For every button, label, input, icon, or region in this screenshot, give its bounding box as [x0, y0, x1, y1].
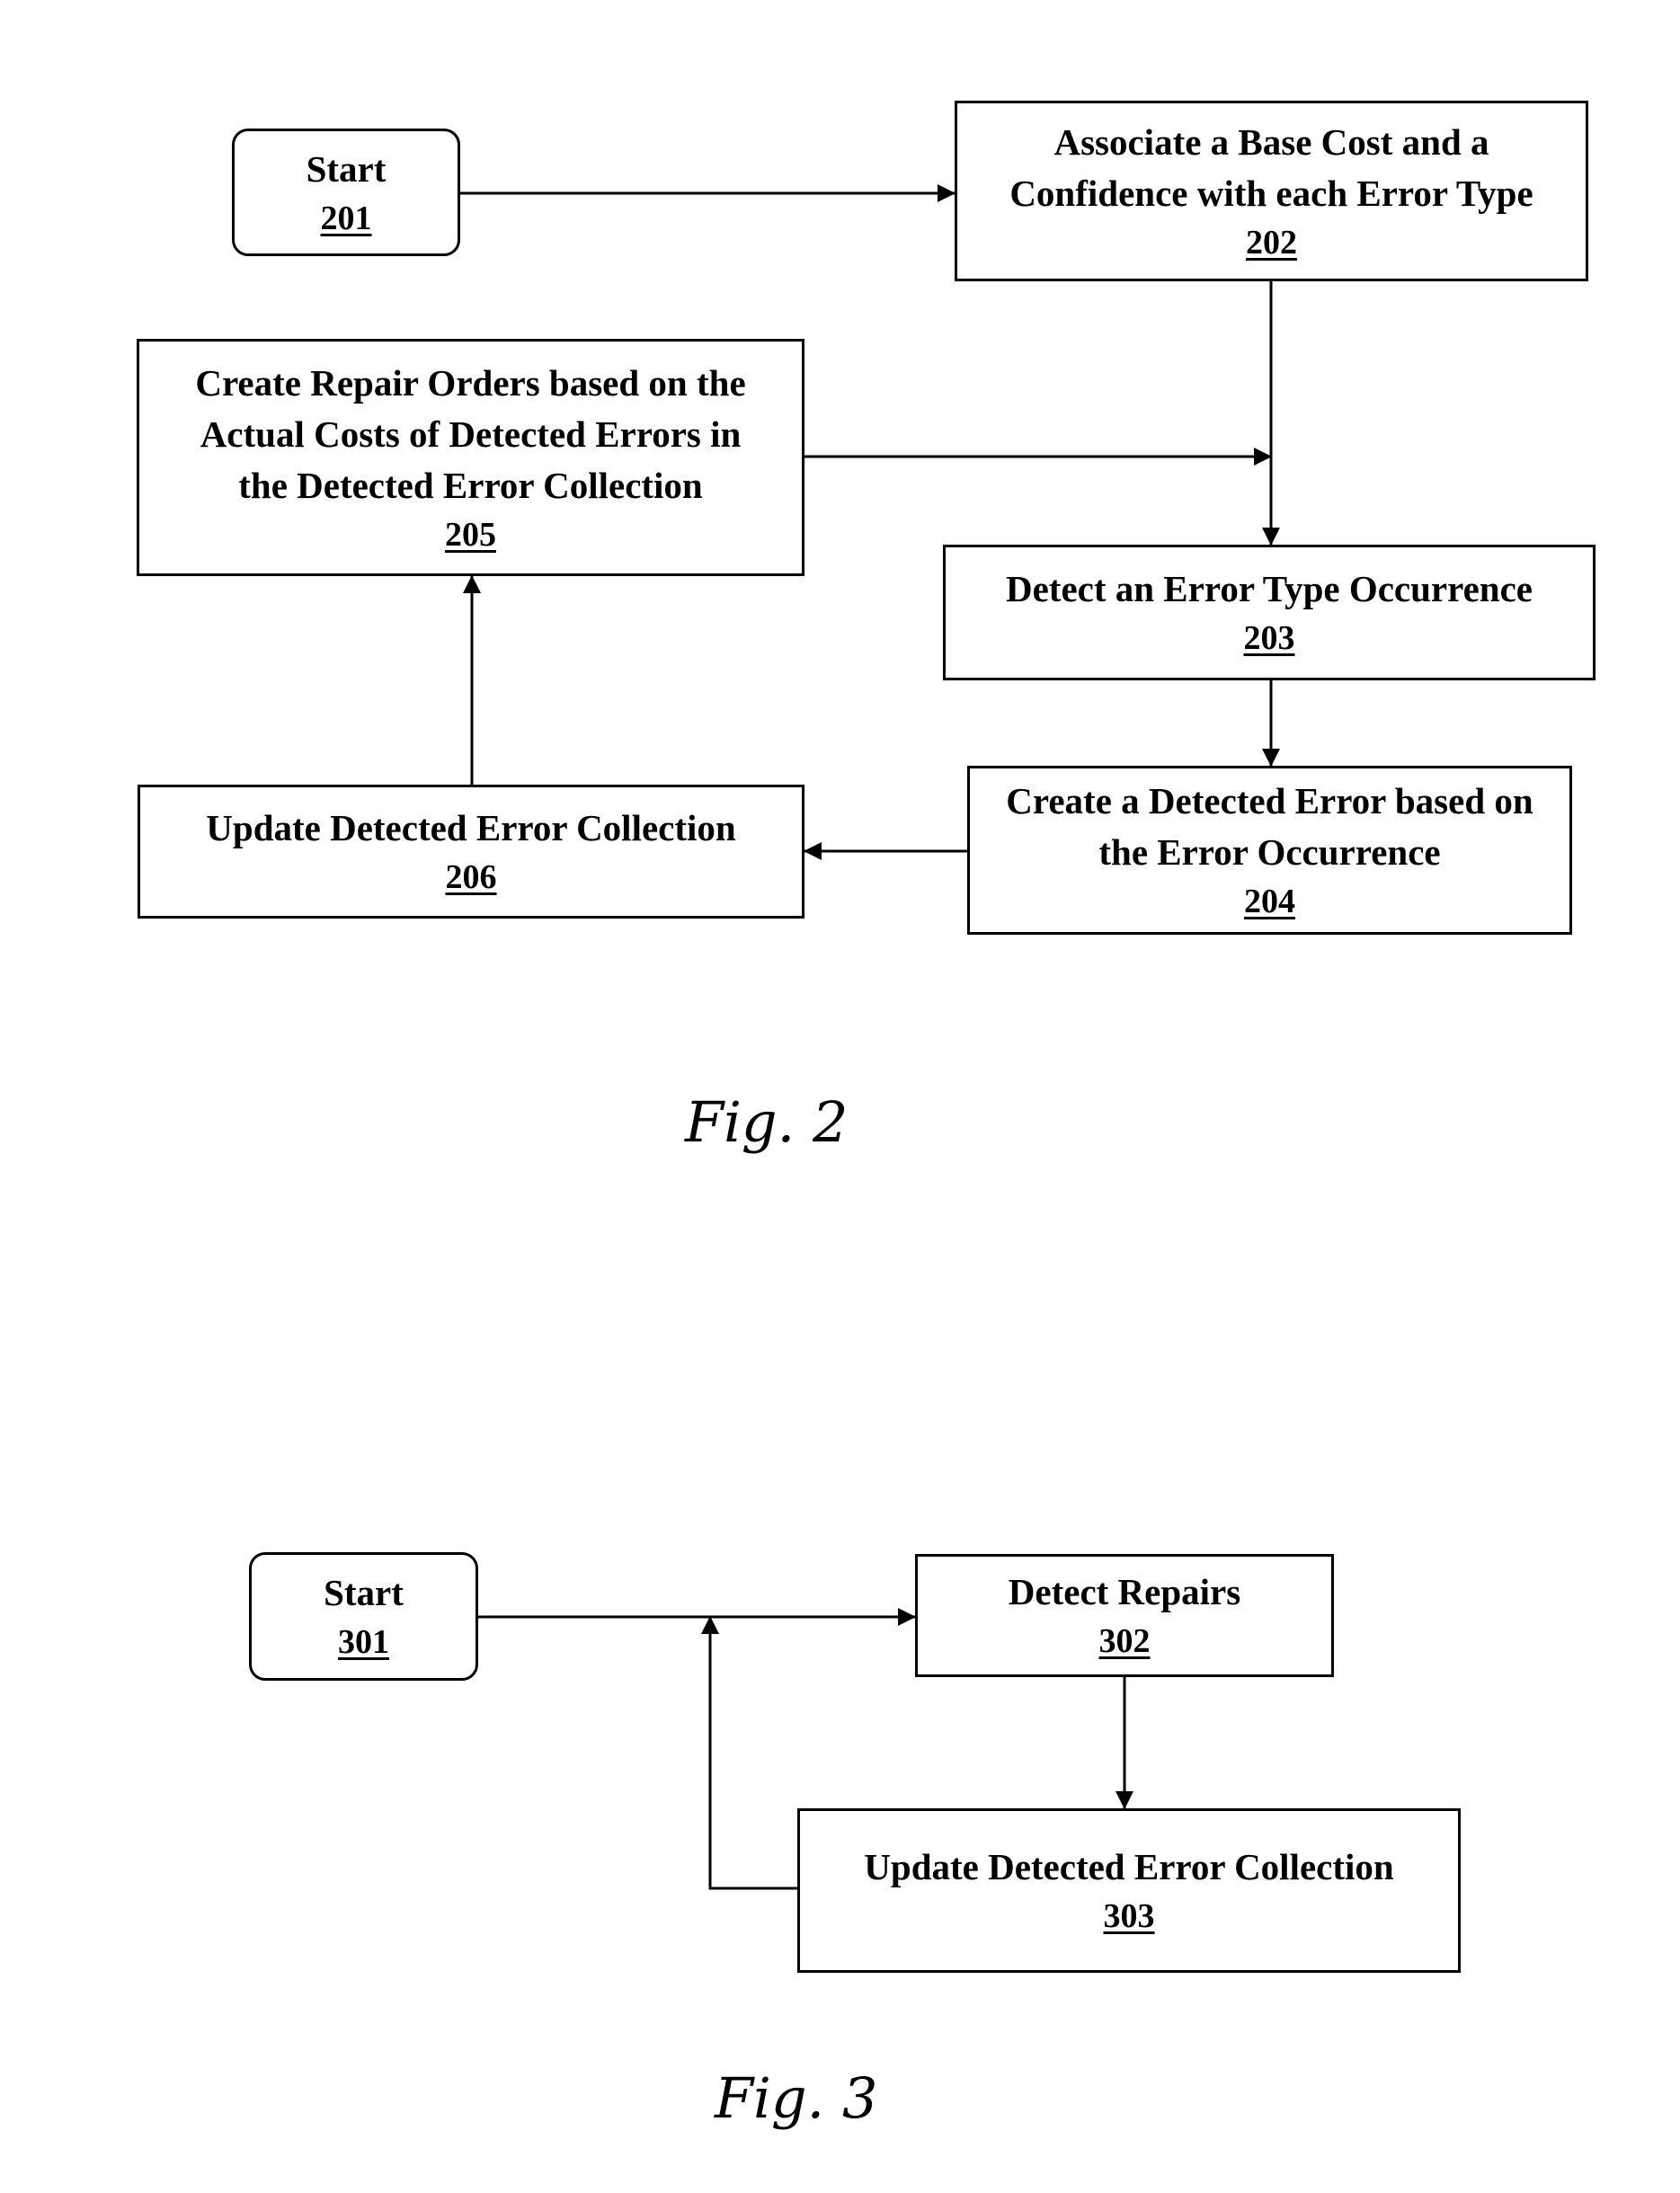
node-ref: 201: [320, 199, 372, 237]
node-ref: 303: [1103, 1897, 1155, 1935]
node-303-update-collection: Update Detected Error Collection 303: [797, 1808, 1461, 1973]
node-label: the Error Occurrence: [1098, 831, 1441, 873]
node-202-associate-base-cost: Associate a Base Cost and a Confidence w…: [955, 101, 1588, 281]
node-label: Start: [324, 1572, 404, 1613]
node-label: Detect an Error Type Occurrence: [1006, 568, 1533, 609]
node-206-update-collection: Update Detected Error Collection 206: [138, 785, 804, 919]
node-label: Associate a Base Cost and a: [1053, 120, 1489, 163]
node-ref: 205: [445, 515, 496, 554]
node-label: Update Detected Error Collection: [864, 1846, 1394, 1887]
figure-label-fig2: Fig. 2: [685, 1089, 849, 1155]
node-label: the Detected Error Collection: [238, 464, 703, 506]
node-302-detect-repairs: Detect Repairs 302: [915, 1554, 1334, 1677]
node-205-create-repair-orders: Create Repair Orders based on the Actual…: [137, 339, 804, 576]
node-301-start: Start 301: [249, 1552, 478, 1681]
node-ref: 203: [1243, 619, 1295, 657]
node-label: Create Repair Orders based on the: [195, 361, 746, 404]
node-ref: 204: [1244, 883, 1295, 920]
node-ref: 206: [445, 858, 497, 896]
node-ref: 202: [1246, 223, 1297, 262]
node-203-detect-error-type: Detect an Error Type Occurrence 203: [943, 545, 1596, 680]
node-label: Start: [306, 147, 387, 190]
node-204-create-detected-error: Create a Detected Error based on the Err…: [967, 766, 1572, 935]
node-ref: 301: [338, 1623, 389, 1661]
node-label: Detect Repairs: [1008, 1571, 1241, 1612]
edge-303-302: [701, 1616, 797, 1890]
node-label: Update Detected Error Collection: [206, 807, 736, 848]
node-201-start: Start 201: [232, 129, 460, 256]
node-label: Create a Detected Error based on: [1006, 780, 1533, 821]
figure-label-fig3: Fig. 3: [715, 2065, 878, 2131]
node-label: Confidence with each Error Type: [1009, 172, 1533, 214]
node-label: Actual Costs of Detected Errors in: [200, 413, 742, 455]
node-ref: 302: [1098, 1622, 1151, 1660]
